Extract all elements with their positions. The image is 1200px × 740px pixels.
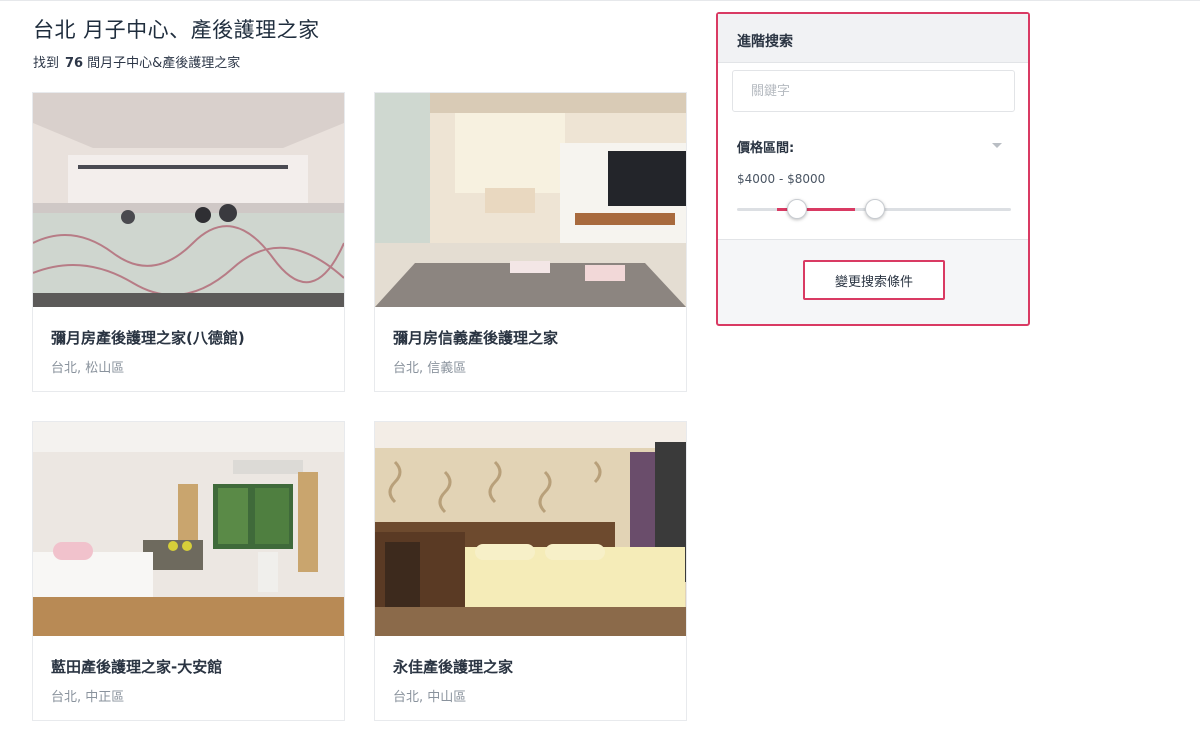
price-slider-max-handle[interactable] [865, 199, 885, 219]
listing-card[interactable]: 彌月房信義產後護理之家 台北, 信義區 [374, 92, 687, 392]
listing-photo[interactable] [375, 422, 686, 636]
listing-location: 台北, 中正區 [51, 690, 125, 705]
price-range-value: $4000 - $8000 [737, 172, 826, 186]
listing-photo[interactable] [33, 422, 344, 636]
listing-name[interactable]: 藍田產後護理之家-大安館 [51, 656, 222, 677]
listing-location: 台北, 松山區 [51, 361, 125, 376]
listing-name[interactable]: 彌月房產後護理之家(八德館) [51, 327, 245, 348]
result-count: 76 [65, 56, 84, 71]
top-divider [0, 0, 1200, 1]
price-range-label: 價格區間: [737, 141, 795, 156]
listing-location: 台北, 中山區 [393, 690, 467, 705]
listing-location: 台北, 信義區 [393, 361, 467, 376]
result-summary: 找到 76 間月子中心&產後護理之家 [33, 52, 240, 71]
chevron-down-icon[interactable] [992, 143, 1002, 148]
price-slider-min-handle[interactable] [787, 199, 807, 219]
listing-photo[interactable] [375, 93, 686, 307]
panel-header: 進階搜索 [718, 14, 1028, 63]
listing-name[interactable]: 永佳產後護理之家 [393, 656, 513, 677]
listing-name[interactable]: 彌月房信義產後護理之家 [393, 327, 558, 348]
page-title: 台北 月子中心、產後護理之家 [33, 18, 320, 42]
update-search-button[interactable]: 變更搜索條件 [803, 260, 945, 300]
panel-title: 進階搜索 [737, 34, 793, 50]
panel-body: 價格區間: $4000 - $8000 [718, 63, 1028, 240]
listing-card[interactable]: 藍田產後護理之家-大安館 台北, 中正區 [32, 421, 345, 721]
listing-photo[interactable] [33, 93, 344, 307]
advanced-search-panel: 進階搜索 價格區間: $4000 - $8000 變更搜索條件 [716, 12, 1030, 326]
result-suffix: 間月子中心&產後護理之家 [87, 56, 241, 71]
keyword-input[interactable] [732, 70, 1015, 112]
listing-card[interactable]: 永佳產後護理之家 台北, 中山區 [374, 421, 687, 721]
result-prefix: 找到 [33, 56, 60, 71]
listing-card[interactable]: 彌月房產後護理之家(八德館) 台北, 松山區 [32, 92, 345, 392]
